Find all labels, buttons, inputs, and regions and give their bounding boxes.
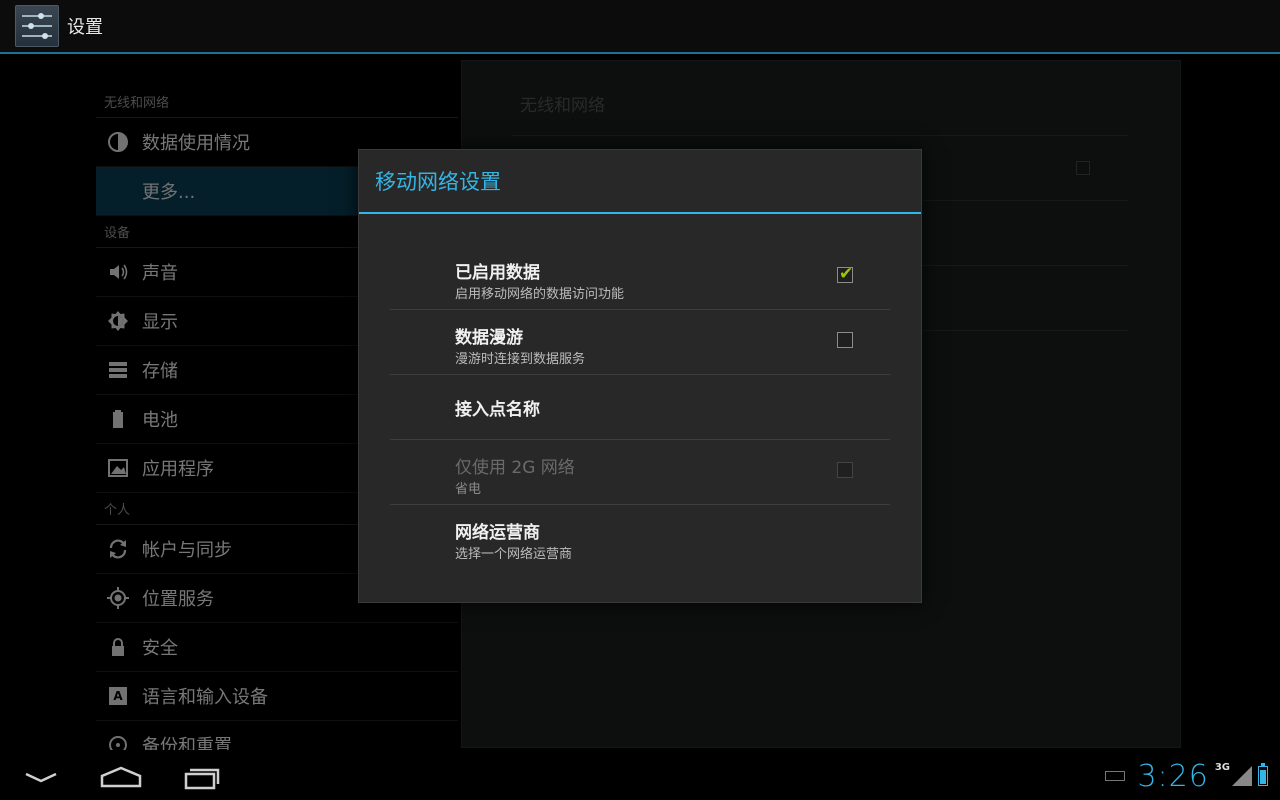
app-title: 设置: [67, 17, 103, 38]
settings-sliders-icon[interactable]: [15, 5, 59, 47]
status-area[interactable]: 3:26 3G: [1105, 756, 1268, 796]
data-roaming-checkbox[interactable]: [837, 332, 853, 348]
keyboard-icon: [1105, 771, 1126, 781]
pref-data-enabled[interactable]: 已启用数据 启用移动网络的数据访问功能 ✔: [390, 245, 890, 310]
pref-access-point-names[interactable]: 接入点名称: [390, 375, 890, 440]
network-type: 3G: [1214, 762, 1230, 773]
signal-icon: [1232, 766, 1252, 786]
checkmark-icon: ✔: [839, 264, 854, 284]
mobile-network-settings-dialog: 移动网络设置 已启用数据 启用移动网络的数据访问功能 ✔ 数据漫游 漫游时连接到…: [358, 149, 922, 603]
dialog-title: 移动网络设置: [359, 150, 921, 214]
pref-network-operators[interactable]: 网络运营商 选择一个网络运营商: [390, 505, 890, 570]
clock: 3:26: [1137, 758, 1209, 794]
use-2g-only-checkbox: [837, 462, 853, 478]
home-icon[interactable]: [96, 762, 146, 792]
back-icon[interactable]: [16, 762, 66, 792]
screen: 设置 无线和网络 数据使用情况 更多... 设备 声音 显示 存储 电池 应用程…: [0, 0, 1280, 800]
data-enabled-checkbox[interactable]: ✔: [837, 264, 854, 284]
system-nav-bar: [0, 754, 1280, 800]
battery-charging-icon: [1258, 763, 1268, 786]
pref-data-roaming[interactable]: 数据漫游 漫游时连接到数据服务: [390, 310, 890, 375]
pref-use-2g-only: 仅使用 2G 网络 省电: [390, 440, 890, 505]
action-bar: 设置: [0, 0, 1280, 54]
recent-apps-icon[interactable]: [176, 762, 226, 792]
dialog-body: 已启用数据 启用移动网络的数据访问功能 ✔ 数据漫游 漫游时连接到数据服务 接入…: [359, 214, 921, 570]
